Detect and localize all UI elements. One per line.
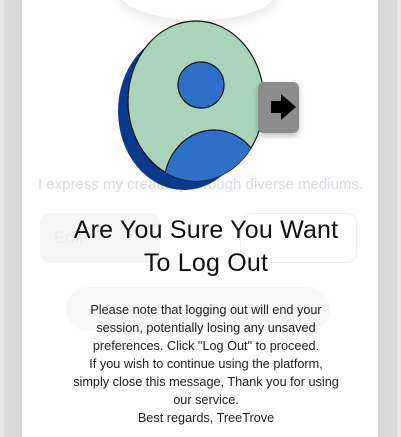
dialog-message-line: Best regards, TreeTrove xyxy=(137,411,275,425)
dialog-message-line: session, potentially losing any unsaved xyxy=(96,321,316,335)
dialog-message-line: simply close this message, Thank you for… xyxy=(73,375,339,389)
dialog-message: Please note that logging out will end yo… xyxy=(56,301,356,427)
dialog-message-line: Please note that logging out will end yo… xyxy=(90,303,322,317)
dialog-title: Are You Sure You Want To Log Out xyxy=(73,216,339,277)
dialog-message-line: If you wish to continue using the platfo… xyxy=(89,357,323,371)
dialog-message-line: preferences. Click "Log Out" to proceed. xyxy=(92,339,320,353)
logout-arrow-icon[interactable] xyxy=(258,82,299,133)
logout-dialog: Are You Sure You Want To Log Out Please … xyxy=(0,0,401,437)
dialog-message-line: our service. xyxy=(173,393,239,407)
user-avatar-icon xyxy=(112,15,272,195)
